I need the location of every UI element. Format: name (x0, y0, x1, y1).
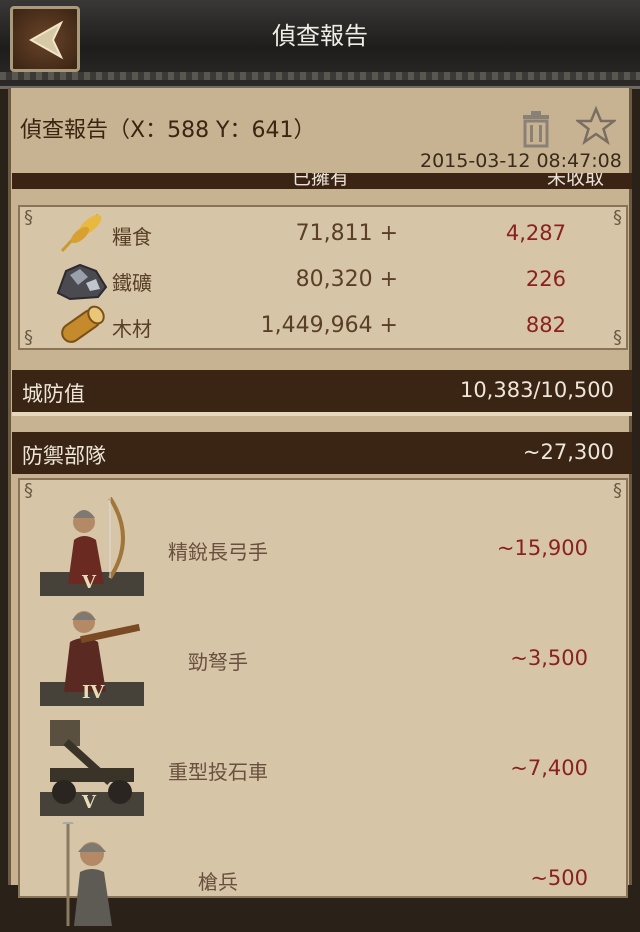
resource-header: 已擁有 未收取 (12, 173, 632, 189)
report-date: 2015-03-12 08:47:08 (420, 150, 622, 172)
star-icon[interactable] (576, 106, 616, 146)
divider (12, 412, 632, 416)
resource-owned: 80,320 + (295, 267, 398, 292)
troops-label: 防禦部隊 (22, 444, 106, 468)
uncollected-column-header: 未收取 (547, 173, 605, 189)
resource-row: 木材 1,449,964 + 882 (20, 303, 626, 347)
resource-name: 糧食 (112, 225, 152, 249)
resource-name: 鐵礦 (112, 271, 152, 295)
troop-rank: IV (82, 682, 105, 703)
resource-owned: 71,811 + (295, 221, 398, 246)
troop-row[interactable]: V 重型投石車 ~7,400 (20, 712, 626, 822)
trash-icon[interactable] (520, 110, 552, 148)
resource-uncollected: 882 (525, 313, 566, 337)
troop-count: ~500 (530, 866, 588, 890)
wheat-icon (60, 213, 102, 252)
troop-row[interactable]: 槍兵 ~500 (20, 822, 626, 932)
troop-name: 勁弩手 (188, 650, 248, 674)
troop-name: 重型投石車 (168, 760, 268, 784)
troops-total: ~27,300 (522, 440, 614, 464)
troop-count: ~7,400 (510, 756, 588, 780)
resource-name: 木材 (112, 317, 152, 341)
page-title: 偵查報告 (272, 22, 368, 50)
resource-box: § § § § 糧食 71,811 + 4,287 鐵礦 80,320 + 22… (18, 205, 628, 350)
resource-uncollected: 226 (525, 267, 566, 291)
report-title: 偵查報告（X：588 Y：641） (20, 118, 316, 143)
top-bar: 偵查報告 (0, 0, 640, 89)
defense-bar: 城防值 10,383/10,500 (12, 370, 632, 412)
defense-value: 10,383/10,500 (459, 378, 614, 402)
resource-row: 糧食 71,811 + 4,287 (20, 211, 626, 255)
troop-row[interactable]: IV 勁弩手 ~3,500 (20, 602, 626, 712)
resource-uncollected: 4,287 (505, 221, 566, 245)
troop-name: 槍兵 (198, 870, 238, 894)
troop-box: § § V 精銳長弓手 ~15,900 IV 勁弩手 ~3,500 V 重型投石… (18, 478, 628, 926)
troop-row[interactable]: V 精銳長弓手 ~15,900 (20, 492, 626, 602)
resource-owned: 1,449,964 + (260, 313, 398, 338)
troop-rank: V (82, 792, 96, 813)
troop-count: ~15,900 (496, 536, 588, 560)
troops-header: 防禦部隊 ~27,300 (12, 432, 632, 474)
defense-label: 城防值 (22, 382, 85, 406)
troop-rank: V (82, 572, 96, 593)
owned-column-header: 已擁有 (292, 173, 350, 189)
wood-icon (61, 305, 105, 343)
resource-row: 鐵礦 80,320 + 226 (20, 257, 626, 301)
spearman-portrait-icon (62, 822, 112, 926)
troop-count: ~3,500 (510, 646, 588, 670)
troop-name: 精銳長弓手 (168, 540, 268, 564)
ore-icon (56, 263, 108, 301)
